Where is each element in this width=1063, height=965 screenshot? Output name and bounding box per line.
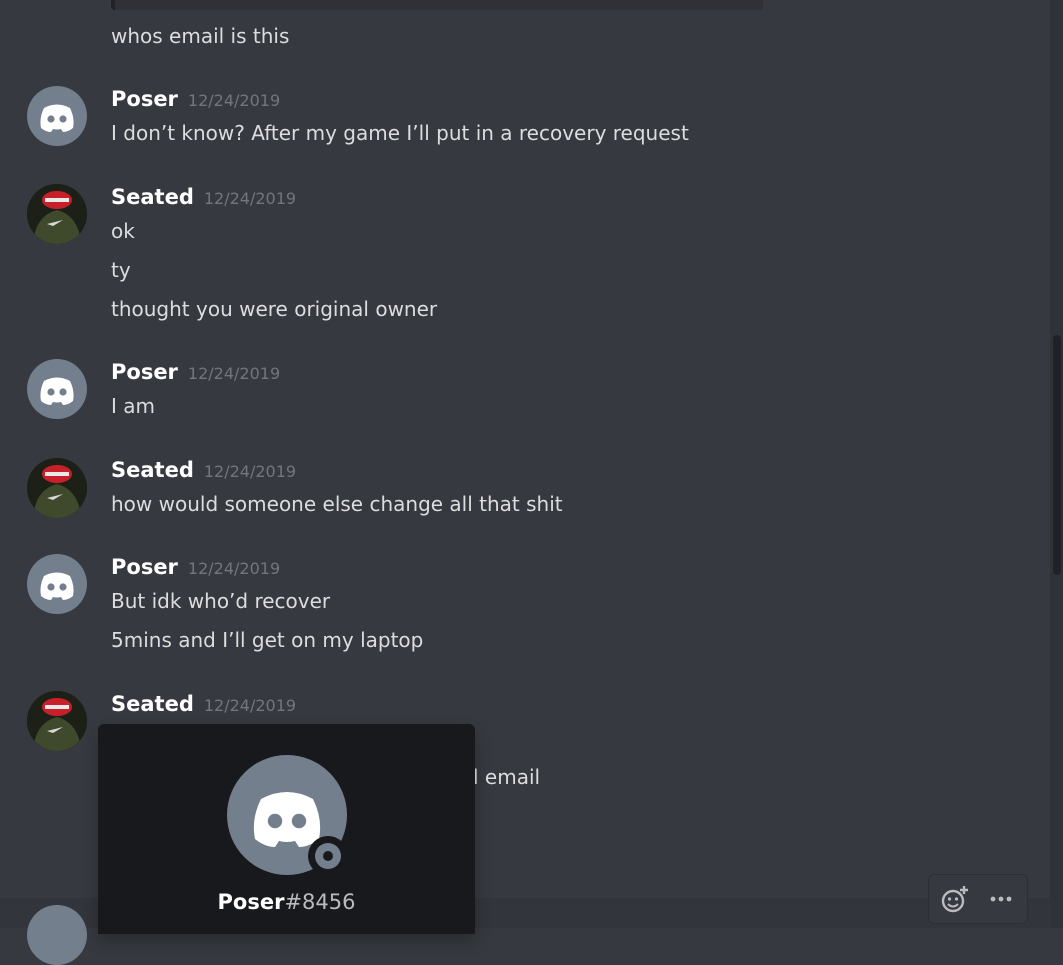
author-name[interactable]: Poser	[111, 360, 178, 384]
message-timestamp: 12/24/2019	[203, 189, 297, 208]
discriminator: #8456	[284, 890, 356, 914]
author-name[interactable]: Seated	[111, 185, 194, 209]
discord-logo-icon	[40, 377, 74, 405]
status-indicator	[308, 836, 348, 876]
message-line: how would someone else change all that s…	[111, 492, 563, 516]
avatar[interactable]	[27, 86, 87, 146]
message-author[interactable]: Poser 12/24/2019	[111, 360, 280, 384]
message-author[interactable]: Poser 12/24/2019	[111, 87, 280, 111]
scrollbar-thumb[interactable]	[1053, 335, 1061, 575]
more-options-icon	[990, 896, 1012, 902]
message-line: I don’t know? After my game I’ll put in …	[111, 121, 689, 145]
discord-logo-icon	[40, 104, 74, 132]
more-options-button[interactable]	[981, 879, 1021, 919]
avatar[interactable]	[27, 905, 87, 965]
avatar[interactable]	[27, 458, 87, 518]
message-timestamp: 12/24/2019	[203, 696, 297, 715]
message-line: ok	[111, 219, 135, 243]
avatar[interactable]	[27, 359, 87, 419]
message-toolbar	[928, 874, 1028, 924]
user-popout: Poser#8456	[98, 724, 475, 934]
message-author[interactable]: Seated 12/24/2019	[111, 185, 296, 209]
message-line: I am	[111, 394, 155, 418]
username: Poser	[217, 890, 285, 914]
message-author[interactable]: Seated 12/24/2019	[111, 458, 296, 482]
avatar-photo-icon	[27, 458, 87, 518]
message-timestamp: 12/24/2019	[187, 364, 281, 383]
avatar[interactable]	[27, 184, 87, 244]
popout-username[interactable]: Poser#8456	[98, 890, 475, 914]
message-line: But idk who’d recover	[111, 589, 331, 613]
offline-status-icon	[315, 843, 341, 869]
avatar[interactable]	[27, 691, 87, 751]
avatar-photo-icon	[27, 184, 87, 244]
message-line: thought you were original owner	[111, 297, 438, 321]
author-name[interactable]: Poser	[111, 87, 178, 111]
message-line: l email	[473, 765, 541, 789]
message-timestamp: 12/24/2019	[187, 559, 281, 578]
add-reaction-button[interactable]	[935, 879, 975, 919]
message-author[interactable]: Poser 12/24/2019	[111, 555, 280, 579]
avatar-photo-icon	[27, 691, 87, 751]
message-line: 5mins and I’ll get on my laptop	[111, 628, 424, 652]
author-name[interactable]: Seated	[111, 692, 194, 716]
message-timestamp: 12/24/2019	[203, 462, 297, 481]
add-reaction-icon	[941, 886, 968, 913]
message-timestamp: 12/24/2019	[187, 91, 281, 110]
message-line: ty	[111, 258, 131, 282]
message-line: whos email is this	[111, 24, 290, 48]
author-name[interactable]: Seated	[111, 458, 194, 482]
message-author[interactable]: Seated 12/24/2019	[111, 692, 296, 716]
discord-logo-icon	[40, 572, 74, 600]
embed-bottom	[111, 0, 763, 10]
author-name[interactable]: Poser	[111, 555, 178, 579]
avatar[interactable]	[27, 554, 87, 614]
